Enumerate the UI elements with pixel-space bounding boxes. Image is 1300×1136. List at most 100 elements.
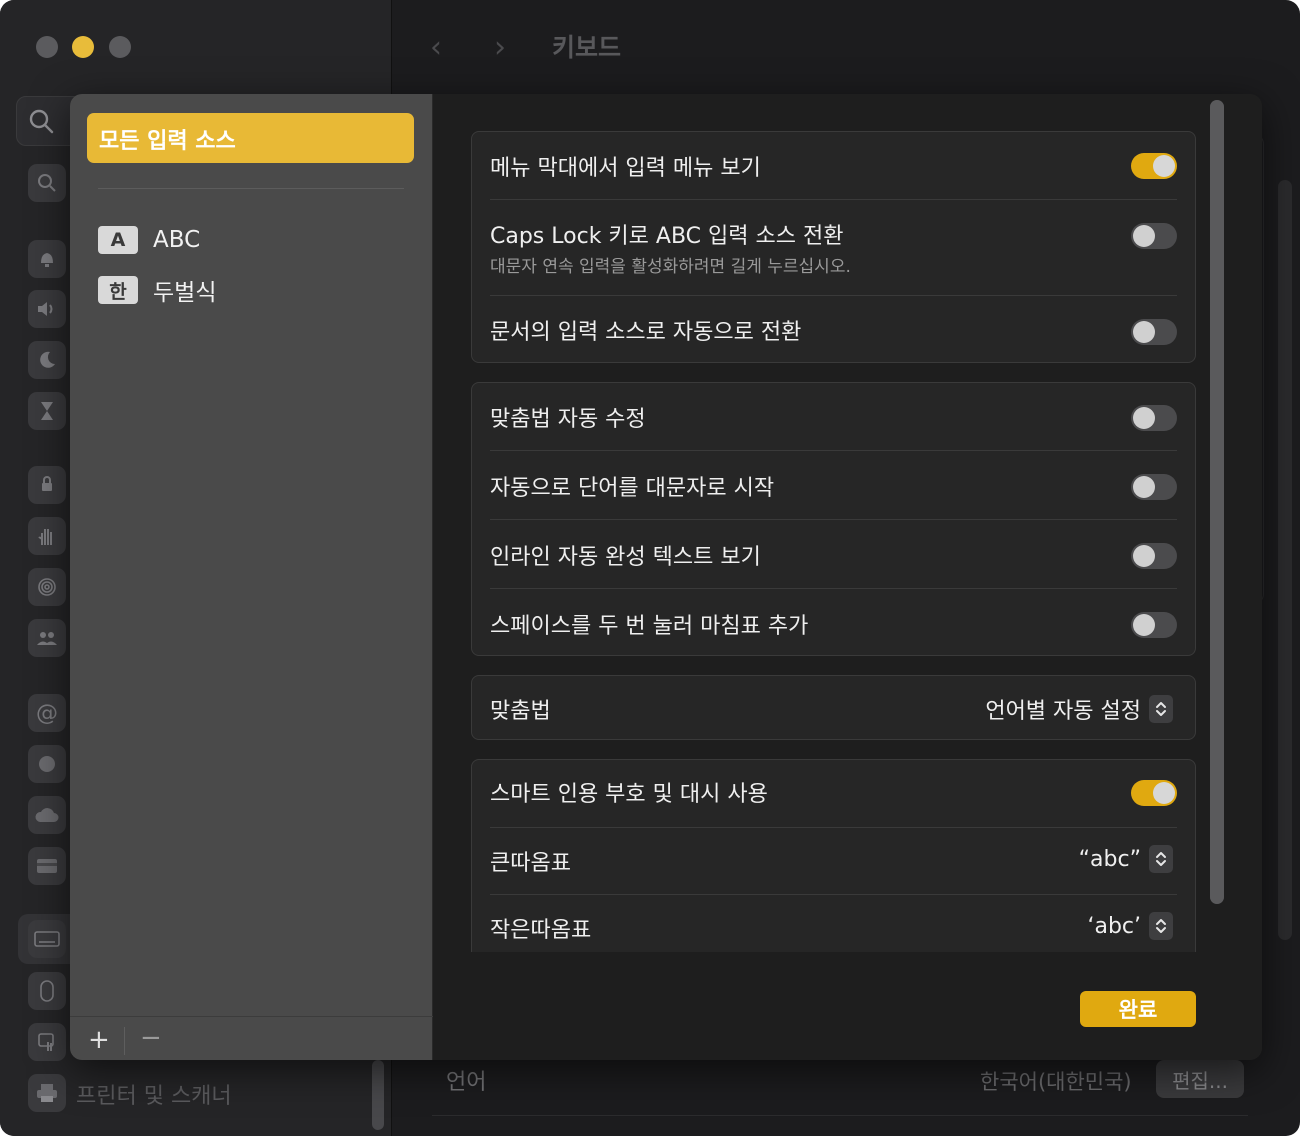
single-quotes-row: 작은따옴표 ‘abc’ [490,912,1177,948]
trackpad-hand-icon[interactable] [28,1023,66,1061]
row-label: 맞춤법 [490,699,551,724]
input-source-label: ABC [153,227,201,253]
autocorrect-row: 맞춤법 자동 수정 [490,401,1177,437]
caps-lock-switch-toggle[interactable] [1131,223,1177,249]
input-source-2set-korean[interactable]: 한 두벌식 [98,272,216,308]
game-center-icon[interactable] [28,745,66,783]
edit-language-button[interactable]: 편집... [1156,1060,1244,1098]
input-source-abc[interactable]: A ABC [98,222,200,258]
auto-switch-source-toggle[interactable] [1131,319,1177,345]
row-divider [490,295,1177,296]
spelling-group: 맞춤법 언어별 자동 설정 [471,675,1196,740]
row-label: Caps Lock 키로 ABC 입력 소스 전환 [490,224,844,249]
scrollbar-thumb[interactable] [1210,100,1224,904]
hangul-badge-icon: 한 [98,276,138,304]
up-down-chevron-icon [1149,912,1173,940]
popup-value: ‘abc’ [1087,913,1141,939]
sheet-footer: 완료 [434,952,1262,1060]
lock-screen-icon[interactable] [28,466,66,504]
smart-quotes-row: 스마트 인용 부호 및 대시 사용 [490,776,1177,812]
printer-icon[interactable] [28,1074,66,1112]
input-settings-pane: 메뉴 막대에서 입력 메뉴 보기 Caps Lock 키로 ABC 입력 소스 … [434,94,1262,989]
screen-time-icon[interactable] [28,392,66,430]
focus-moon-icon[interactable] [28,341,66,379]
up-down-chevron-icon [1149,695,1173,723]
add-input-source-button[interactable]: + [88,1025,110,1055]
caps-lock-switch-row: Caps Lock 키로 ABC 입력 소스 전환 대문자 연속 입력을 활성화… [490,218,1177,278]
row-divider [490,588,1177,589]
row-label: 맞춤법 자동 수정 [490,407,646,432]
row-label: 메뉴 막대에서 입력 메뉴 보기 [490,156,761,181]
double-quotes-popup[interactable]: “abc” [1079,845,1173,873]
autocorrect-toggle[interactable] [1131,405,1177,431]
language-label: 언어 [446,1070,487,1095]
row-label: 작은따옴표 [490,918,592,943]
auto-capitalize-toggle[interactable] [1131,474,1177,500]
spotlight-icon[interactable] [28,164,66,202]
done-button[interactable]: 완료 [1080,991,1196,1027]
internet-accounts-at-icon[interactable]: @ [28,694,66,732]
auto-switch-source-row: 문서의 입력 소스로 자동으로 전환 [490,314,1177,350]
language-value: 한국어(대한민국) [980,1070,1132,1094]
privacy-hand-icon[interactable] [28,517,66,555]
inline-predictive-row: 인라인 자동 완성 텍스트 보기 [490,539,1177,575]
double-space-period-toggle[interactable] [1131,612,1177,638]
list-footer: + − [70,1016,433,1060]
notifications-icon[interactable] [28,240,66,278]
row-divider [490,894,1177,895]
popup-value: “abc” [1078,846,1141,872]
up-down-chevron-icon [1149,845,1173,873]
double-quotes-row: 큰따옴표 “abc” [490,845,1177,881]
row-label: 큰따옴표 [490,851,571,876]
text-correction-group: 맞춤법 자동 수정 자동으로 단어를 대문자로 시작 인라인 자동 완성 텍스트… [471,382,1196,656]
forward-chevron-icon[interactable]: › [494,30,506,65]
row-label: 자동으로 단어를 대문자로 시작 [490,476,775,501]
users-groups-icon[interactable] [28,619,66,657]
footer-separator [124,1027,125,1055]
smart-quotes-toggle[interactable] [1131,780,1177,806]
inline-predictive-toggle[interactable] [1131,543,1177,569]
mouse-icon[interactable] [28,972,66,1010]
system-settings-window: @ 프린터 및 스캐너 ‹ › 키보드 언어 한국어(대한민국) 편집... 모… [0,0,1300,1136]
icloud-icon[interactable] [28,796,66,834]
sound-icon[interactable] [28,290,66,328]
row-label: 인라인 자동 완성 텍스트 보기 [490,545,761,570]
all-input-sources-item[interactable]: 모든 입력 소스 [87,113,414,163]
keyboard-icon[interactable] [28,920,66,958]
show-input-menu-toggle[interactable] [1131,153,1177,179]
input-sources-sheet: 모든 입력 소스 A ABC 한 두벌식 + − 메뉴 막대에서 입력 메뉴 보… [70,94,1262,1060]
popup-value: 언어별 자동 설정 [985,699,1141,724]
remove-input-source-button[interactable]: − [140,1023,162,1053]
auto-capitalize-row: 자동으로 단어를 대문자로 시작 [490,470,1177,506]
close-window-button[interactable] [36,36,58,58]
row-label: 스마트 인용 부호 및 대시 사용 [490,782,768,807]
row-label: 문서의 입력 소스로 자동으로 전환 [490,320,802,345]
maximize-window-button[interactable] [109,36,131,58]
wallet-icon[interactable] [28,847,66,885]
row-divider [490,199,1177,200]
touch-id-icon[interactable] [28,568,66,606]
input-sources-list: 모든 입력 소스 A ABC 한 두벌식 + − [70,94,433,1060]
show-input-menu-row: 메뉴 막대에서 입력 메뉴 보기 [490,150,1177,186]
search-icon [29,109,54,134]
row-divider [490,450,1177,451]
background-scrollbar[interactable] [1278,180,1292,940]
row-divider [490,827,1177,828]
page-title: 키보드 [552,33,622,62]
row-label: 스페이스를 두 번 눌러 마침표 추가 [490,614,809,639]
input-menu-group: 메뉴 막대에서 입력 메뉴 보기 Caps Lock 키로 ABC 입력 소스 … [471,131,1196,363]
row-divider [490,519,1177,520]
settings-scrollbar[interactable] [1210,100,1224,904]
abc-badge-icon: A [98,226,138,254]
minimize-window-button[interactable] [72,36,94,58]
sidebar-item-printers-label[interactable]: 프린터 및 스캐너 [76,1078,232,1110]
row-sublabel: 대문자 연속 입력을 활성화하려면 길게 누르십시오. [490,257,851,277]
double-space-period-row: 스페이스를 두 번 눌러 마침표 추가 [490,608,1177,644]
spelling-popup[interactable]: 언어별 자동 설정 [985,693,1173,725]
input-source-label: 두벌식 [153,280,217,306]
spelling-row: 맞춤법 언어별 자동 설정 [490,693,1177,727]
list-divider [98,188,404,189]
single-quotes-popup[interactable]: ‘abc’ [1087,912,1173,940]
sidebar-scrollbar[interactable] [372,1060,384,1130]
back-chevron-icon[interactable]: ‹ [430,30,442,65]
